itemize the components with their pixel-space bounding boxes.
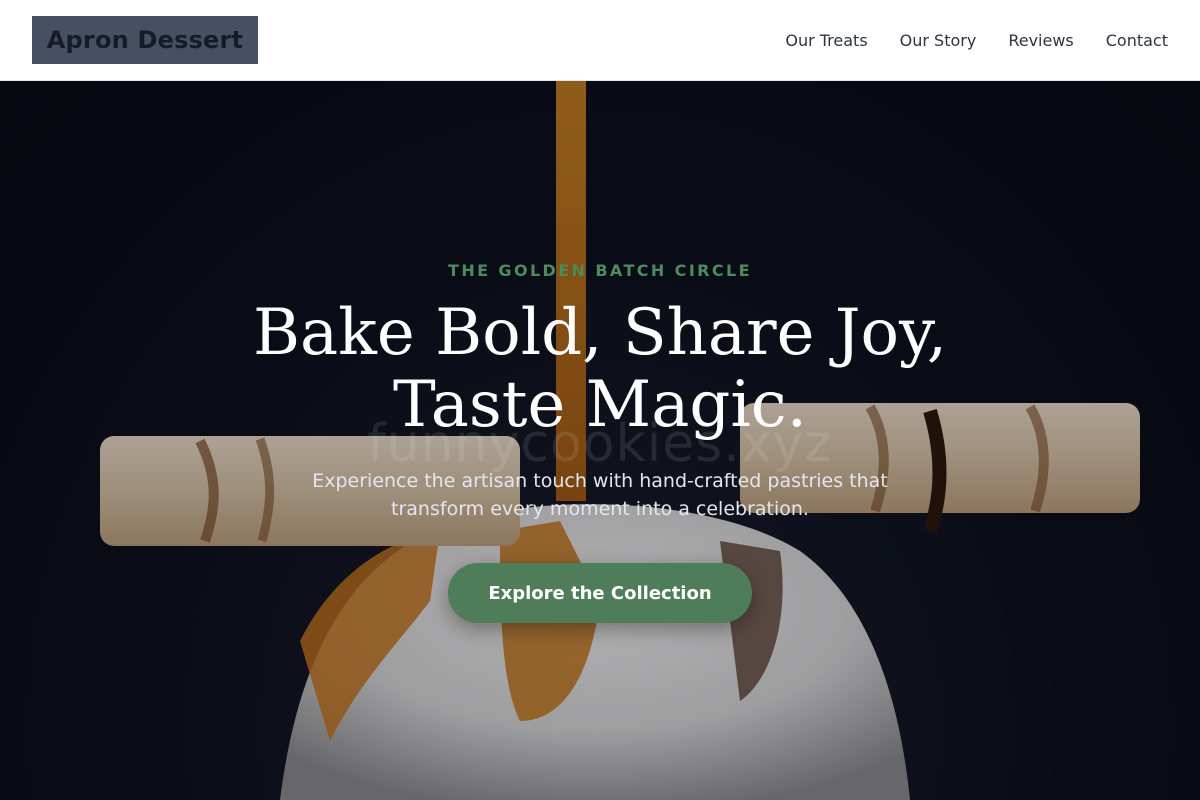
main-nav: Our Treats Our Story Reviews Contact xyxy=(753,0,1168,80)
nav-link-contact[interactable]: Contact xyxy=(1106,31,1168,50)
hero-headline: Bake Bold, Share Joy, Taste Magic. xyxy=(200,297,1000,441)
nav-link-reviews[interactable]: Reviews xyxy=(1008,31,1073,50)
hero-section: funnycookies.xyz THE GOLDEN BATCH CIRCLE… xyxy=(0,81,1200,800)
hero-headline-line-1: Bake Bold, Share Joy, xyxy=(252,296,948,370)
hero-subtext: Experience the artisan touch with hand-c… xyxy=(312,470,888,520)
site-logo[interactable]: Apron Dessert xyxy=(32,16,258,64)
explore-collection-button[interactable]: Explore the Collection xyxy=(448,563,752,623)
site-header: Apron Dessert Our Treats Our Story Revie… xyxy=(0,0,1200,81)
hero-headline-line-2: Taste Magic. xyxy=(393,368,807,442)
nav-link-our-treats[interactable]: Our Treats xyxy=(785,31,867,50)
hero-eyebrow: THE GOLDEN BATCH CIRCLE xyxy=(448,261,752,280)
nav-link-our-story[interactable]: Our Story xyxy=(900,31,977,50)
